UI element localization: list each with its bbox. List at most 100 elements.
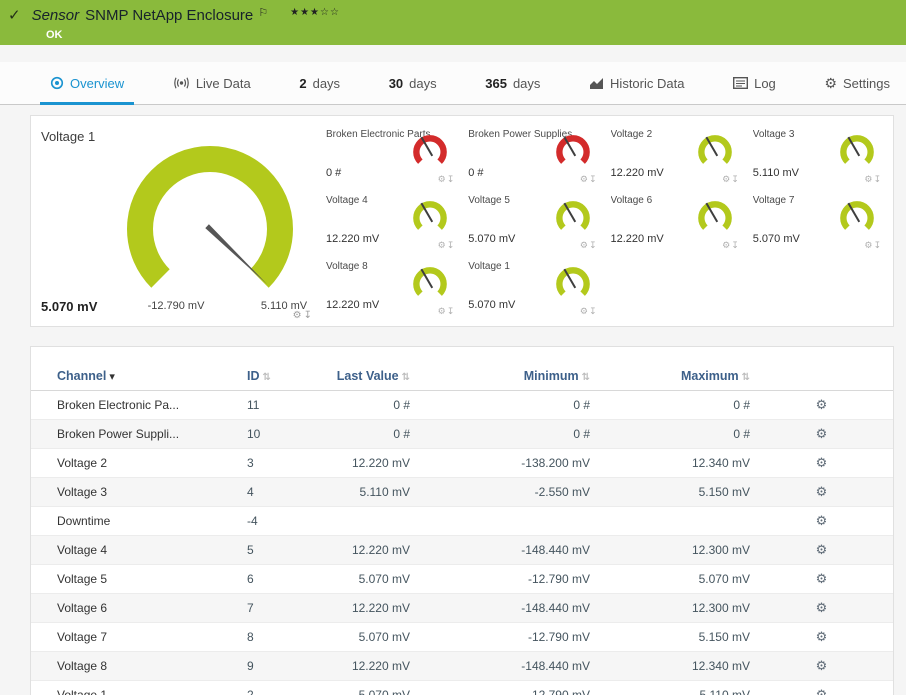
- chart-icon: [589, 77, 604, 90]
- channel-settings-icon[interactable]: ⚙: [816, 484, 828, 499]
- channel-settings-icon[interactable]: ⚙: [816, 455, 828, 470]
- top-status-bar: ✓ Sensor SNMP NetApp Enclosure ⚐ ★★★☆☆ O…: [0, 0, 906, 45]
- cell-minimum: -148.440 mV: [410, 651, 590, 681]
- gauge-gear-icon[interactable]: ⚙: [438, 240, 446, 250]
- cell-channel[interactable]: Voltage 8: [31, 651, 247, 681]
- gauge-download-icon[interactable]: ↧: [873, 174, 881, 184]
- gauge-download-icon[interactable]: ↧: [731, 174, 739, 184]
- gauge-download-icon[interactable]: ↧: [447, 240, 455, 250]
- tab-log[interactable]: Log: [721, 62, 788, 104]
- status-badge: OK: [46, 29, 63, 41]
- tab-label: Live Data: [195, 75, 251, 91]
- channel-settings-icon[interactable]: ⚙: [816, 629, 828, 644]
- gauge-gear-icon[interactable]: ⚙: [864, 240, 872, 250]
- channel-settings-icon[interactable]: ⚙: [816, 397, 828, 412]
- gauge-download-icon[interactable]: ↧: [447, 174, 455, 184]
- gauge-download-icon[interactable]: ↧: [589, 306, 597, 316]
- gauge-download-icon[interactable]: ↧: [304, 310, 312, 321]
- channel-settings-icon[interactable]: ⚙: [816, 658, 828, 673]
- cell-channel[interactable]: Downtime: [31, 506, 247, 536]
- gauge-gear-icon[interactable]: ⚙: [864, 174, 872, 184]
- cell-channel[interactable]: Voltage 7: [31, 622, 247, 652]
- table-header-row: Channel ▾ ID ⇅ Last Value ⇅ Minimum ⇅ Maximu…: [31, 361, 893, 391]
- gauge-actions: ⚙↧: [437, 174, 455, 185]
- column-header-channel[interactable]: Channel ▾: [31, 361, 247, 391]
- column-header-last-value[interactable]: Last Value ⇅: [300, 361, 410, 391]
- primary-gauge-min: -12.790 mV: [147, 300, 205, 312]
- cell-channel[interactable]: Voltage 2: [31, 448, 247, 478]
- channel-settings-icon[interactable]: ⚙: [816, 426, 828, 441]
- channel-settings-icon[interactable]: ⚙: [816, 571, 828, 586]
- channel-settings-icon[interactable]: ⚙: [816, 687, 828, 695]
- cell-channel[interactable]: Broken Electronic Pa...: [31, 390, 247, 420]
- tab-number: 2: [299, 75, 307, 91]
- gauge-gear-icon[interactable]: ⚙: [580, 174, 588, 184]
- tab-overview[interactable]: Overview: [38, 62, 136, 105]
- small-gauge[interactable]: Voltage 1 5.070 mV ⚙↧: [460, 254, 602, 320]
- cell-maximum: 12.340 mV: [590, 448, 750, 478]
- small-gauge[interactable]: Broken Power Supplies 0 # ⚙↧: [460, 122, 602, 188]
- status-check-icon: ✓: [8, 7, 21, 24]
- gauge-dial: [413, 201, 447, 230]
- tab-settings[interactable]: ⚙ Settings: [812, 62, 902, 104]
- gauge-gear-icon[interactable]: ⚙: [722, 240, 730, 250]
- flag-icon[interactable]: ⚐: [258, 6, 268, 19]
- cell-channel[interactable]: Voltage 4: [31, 535, 247, 565]
- cell-maximum: 5.150 mV: [590, 622, 750, 652]
- gauge-gear-icon[interactable]: ⚙: [293, 310, 302, 321]
- gauge-download-icon[interactable]: ↧: [447, 306, 455, 316]
- cell-last-value: 5.070 mV: [300, 622, 410, 652]
- gauge-download-icon[interactable]: ↧: [731, 240, 739, 250]
- cell-maximum: 12.340 mV: [590, 651, 750, 681]
- tab-number: 30: [388, 75, 404, 91]
- tab-label: Historic Data: [610, 75, 685, 91]
- tab-2-days[interactable]: 2 days: [287, 62, 352, 104]
- channel-settings-icon[interactable]: ⚙: [816, 600, 828, 615]
- cell-last-value: 5.110 mV: [300, 477, 410, 507]
- tab-30-days[interactable]: 30 days: [377, 62, 449, 104]
- cell-id: 9: [247, 651, 300, 681]
- gauge-gear-icon[interactable]: ⚙: [722, 174, 730, 184]
- gauge-download-icon[interactable]: ↧: [589, 240, 597, 250]
- channel-table-panel: Channel ▾ ID ⇅ Last Value ⇅ Minimum ⇅ Maximu…: [30, 346, 894, 695]
- gauge-gear-icon[interactable]: ⚙: [438, 174, 446, 184]
- channel-settings-icon[interactable]: ⚙: [816, 542, 828, 557]
- small-gauge[interactable]: Voltage 3 5.110 mV ⚙↧: [745, 122, 887, 188]
- table-row: Voltage 2 3 12.220 mV -138.200 mV 12.340…: [31, 448, 893, 478]
- gauge-download-icon[interactable]: ↧: [873, 240, 881, 250]
- small-gauge[interactable]: Voltage 7 5.070 mV ⚙↧: [745, 188, 887, 254]
- small-gauge[interactable]: Voltage 5 5.070 mV ⚙↧: [460, 188, 602, 254]
- small-gauge[interactable]: Voltage 4 12.220 mV ⚙↧: [318, 188, 460, 254]
- priority-stars[interactable]: ★★★☆☆: [290, 7, 340, 18]
- gauge-value: 12.220 mV: [326, 233, 380, 245]
- gauge-dial: [555, 201, 590, 230]
- column-header-minimum[interactable]: Minimum ⇅: [410, 361, 590, 391]
- cell-channel[interactable]: Voltage 6: [31, 593, 247, 623]
- small-gauge[interactable]: Broken Electronic Parts 0 # ⚙↧: [318, 122, 460, 188]
- column-header-id[interactable]: ID ⇅: [247, 361, 300, 391]
- tab-365-days[interactable]: 365 days: [473, 62, 552, 104]
- gauge-gear-icon[interactable]: ⚙: [438, 306, 446, 316]
- tab-label: Log: [754, 75, 776, 91]
- tab-live-data[interactable]: Live Data: [161, 62, 263, 104]
- gauge-gear-icon[interactable]: ⚙: [580, 240, 588, 250]
- column-header-maximum[interactable]: Maximum ⇅: [590, 361, 750, 391]
- cell-channel[interactable]: Voltage 1: [31, 680, 247, 695]
- small-gauge[interactable]: Voltage 2 12.220 mV ⚙↧: [603, 122, 745, 188]
- primary-gauge[interactable]: Voltage 1 5.070 mV -12.790 mV 5.110 mV ⚙…: [31, 116, 316, 326]
- cell-channel[interactable]: Broken Power Suppli...: [31, 419, 247, 449]
- primary-gauge-max: 5.110 mV: [260, 300, 308, 312]
- cell-minimum: -148.440 mV: [410, 535, 590, 565]
- gauge-gear-icon[interactable]: ⚙: [580, 306, 588, 316]
- cell-last-value: 0 #: [300, 419, 410, 449]
- gauge-actions: ⚙↧: [579, 174, 597, 185]
- cell-channel[interactable]: Voltage 3: [31, 477, 247, 507]
- small-gauge[interactable]: Voltage 8 12.220 mV ⚙↧: [318, 254, 460, 320]
- gauge-download-icon[interactable]: ↧: [589, 174, 597, 184]
- small-gauge[interactable]: Voltage 6 12.220 mV ⚙↧: [603, 188, 745, 254]
- cell-channel[interactable]: Voltage 5: [31, 564, 247, 594]
- channel-settings-icon[interactable]: ⚙: [816, 513, 828, 528]
- cell-id: 5: [247, 535, 300, 565]
- tab-historic-data[interactable]: Historic Data: [577, 62, 696, 104]
- cell-maximum: 5.110 mV: [590, 680, 750, 695]
